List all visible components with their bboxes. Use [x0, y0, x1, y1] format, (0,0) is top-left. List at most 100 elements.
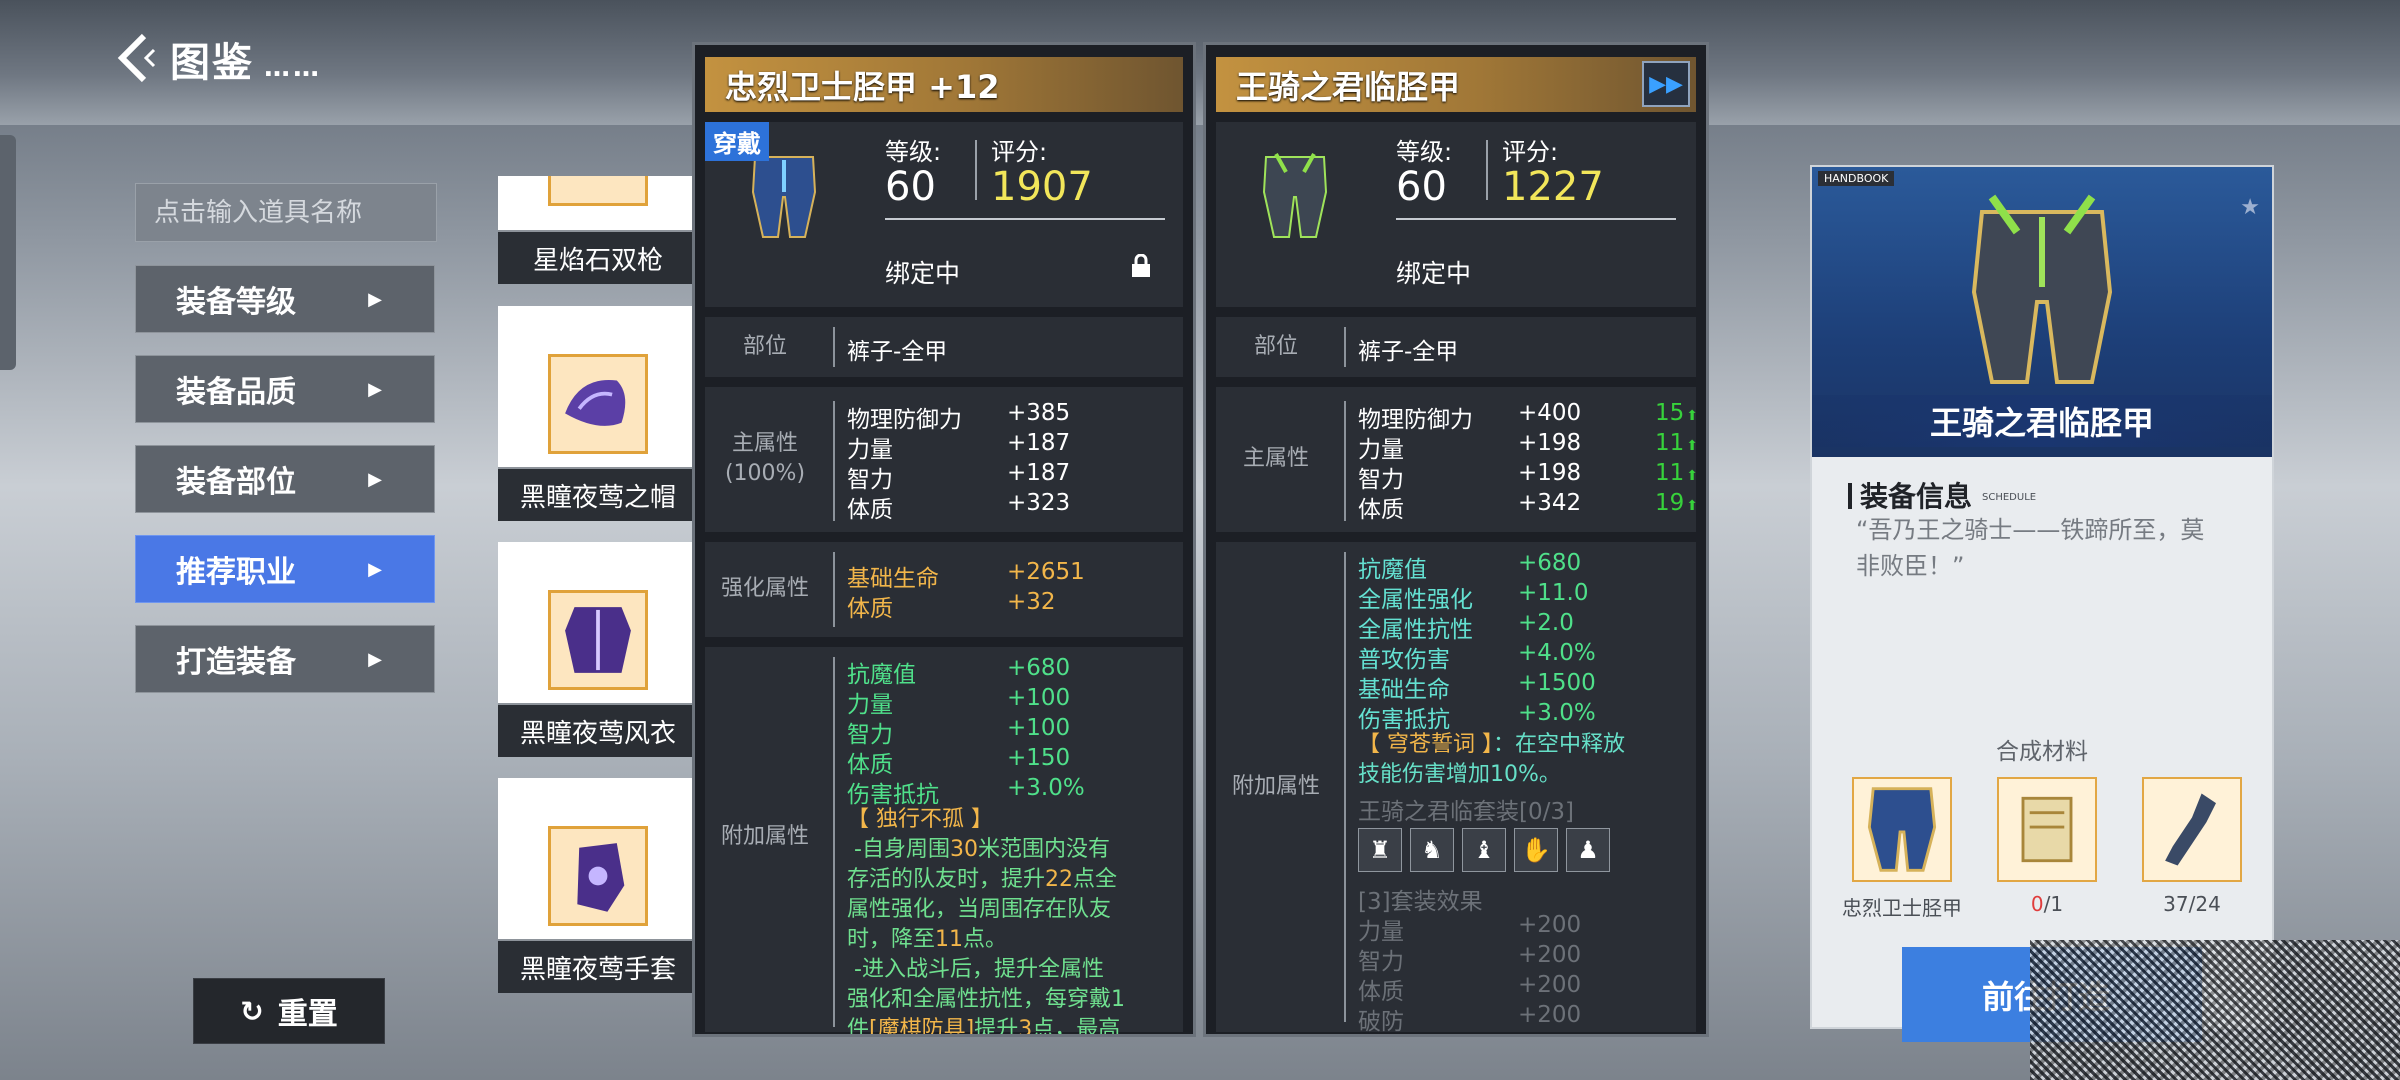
stat-key: 抗魔值: [847, 662, 916, 688]
lock-icon[interactable]: [1130, 254, 1152, 278]
stat-row: 智力 +100: [847, 715, 1127, 748]
list-item[interactable]: 黑瞳夜莺手套: [498, 778, 698, 993]
divider: [1344, 327, 1346, 367]
stat-value: +400: [1518, 400, 1582, 426]
divider: [975, 140, 977, 200]
star-icon[interactable]: ★: [2240, 195, 2260, 220]
equipped-summary: 等级: 60 评分: 1907 绑定中: [705, 122, 1183, 307]
armor-icon[interactable]: ♞: [1410, 828, 1454, 872]
equipped-badge: 穿戴: [705, 122, 769, 161]
equipped-header: 忠烈卫士胫甲 +12: [705, 57, 1183, 112]
compare-tooltip: 王骑之君临胫甲 ▶▶ 等级: 60 评分: 1227 绑定中 部位 裤子-全甲 …: [1203, 42, 1709, 1037]
skill-set-name: [魔棋防具]: [869, 1017, 975, 1037]
stat-row: 体质 +32: [847, 589, 1127, 622]
stat-value: +4.0%: [1518, 640, 1596, 666]
skill-text-part: 时，降至: [847, 927, 936, 952]
stat-key: 体质: [1358, 497, 1404, 523]
list-item[interactable]: 星焰石双枪: [498, 176, 698, 284]
fast-forward-icon[interactable]: ▶▶: [1642, 61, 1690, 107]
back-arrow-icon[interactable]: [110, 28, 170, 88]
material-label: 忠烈卫士胫甲: [1842, 896, 1962, 920]
helmet-icon[interactable]: ♜: [1358, 828, 1402, 872]
divider: [833, 401, 835, 521]
skill-text: 【 独行不孤 】 -自身周围30米范围内没有 存活的队友时，提升22点全 属性强…: [847, 805, 1127, 1037]
extra-section: 附加属性 抗魔值 +680 力量 +100 智力 +100 体质 +150 伤害抵抗 +3…: [705, 647, 1183, 1034]
skill-number: 30: [949, 837, 978, 862]
enhance-label: 强化属性: [720, 576, 809, 601]
hat-icon: [548, 354, 648, 454]
material-slot[interactable]: [2142, 777, 2242, 882]
greaves-icon: [1971, 194, 2113, 384]
glove-icon: [548, 826, 648, 926]
equipped-tooltip: 忠烈卫士胫甲 +12 等级: 60 评分: 1907 绑定中 穿戴 部位 裤子-…: [692, 42, 1196, 1037]
list-item[interactable]: 黑瞳夜莺之帽: [498, 306, 698, 521]
stat-key: 物理防御力: [1358, 407, 1473, 433]
skill-text-part: 属性强化，当周围存在队友: [847, 897, 1112, 922]
skill-text-part: 提升: [974, 1017, 1019, 1037]
score-label: 评分:: [991, 138, 1048, 166]
greaves-icon: [1867, 787, 1937, 872]
divider: [1486, 140, 1488, 200]
stat-value: +385: [1007, 400, 1071, 426]
filter-label: 打造装备: [176, 645, 296, 680]
level-value: 60: [885, 164, 936, 210]
greaves-icon: [1262, 153, 1328, 238]
stat-key: 体质: [847, 497, 893, 523]
stat-value: +1500: [1518, 670, 1596, 696]
stat-row: 伤害抵抗 +3.0%: [847, 775, 1127, 808]
filter-equip-quality[interactable]: 装备品质 ▶: [135, 355, 435, 423]
stat-value: +342: [1518, 490, 1582, 516]
stat-increase: 15: [1638, 400, 1698, 430]
glove-icon[interactable]: ✋: [1514, 828, 1558, 872]
stat-key: 基础生命: [847, 566, 939, 592]
quote-line: 非败臣！”: [1856, 552, 1965, 580]
triangle-right-icon: ▶: [368, 648, 382, 670]
stat-key: 智力: [1358, 467, 1404, 493]
stat-key: 体质: [847, 596, 893, 622]
stat-key: 力量: [847, 437, 893, 463]
greaves-icon: [751, 156, 817, 238]
title-dots: ……: [264, 53, 322, 83]
material-slot[interactable]: [1997, 777, 2097, 882]
extra-label: 附加属性: [720, 824, 809, 849]
stat-value: +32: [1007, 589, 1056, 615]
filter-equip-level[interactable]: 装备等级 ▶: [135, 265, 435, 333]
level-label: 等级:: [885, 138, 942, 166]
stat-key: 体质: [847, 752, 893, 778]
skill-text-part: -自身周围: [854, 837, 950, 862]
search-field[interactable]: [135, 183, 437, 242]
list-item[interactable]: 黑瞳夜莺风衣: [498, 542, 698, 757]
stat-key: 力量: [847, 692, 893, 718]
shoulder-icon[interactable]: ♝: [1462, 828, 1506, 872]
slot-value: 裤子-全甲: [847, 339, 948, 365]
stat-key: 智力: [847, 722, 893, 748]
stat-value: +198: [1518, 430, 1582, 456]
skill-text-part: 件: [847, 1017, 870, 1037]
stat-value: +200: [1518, 942, 1582, 968]
stat-increase: 11: [1638, 460, 1698, 490]
stat-row: 物理防御力 +400 15: [1358, 400, 1698, 433]
stat-value: +198: [1518, 460, 1582, 486]
stat-row: 抗魔值 +680: [1358, 550, 1638, 583]
page-title-text: 图鉴: [170, 40, 254, 86]
score-value: 1227: [1502, 164, 1604, 210]
compare-summary: 等级: 60 评分: 1227 绑定中: [1216, 122, 1696, 307]
filter-equip-slot[interactable]: 装备部位 ▶: [135, 445, 435, 513]
search-input[interactable]: [136, 184, 436, 241]
filter-craft-equip[interactable]: 打造装备 ▶: [135, 625, 435, 693]
boots-icon[interactable]: ♟: [1566, 828, 1610, 872]
stat-row: 普攻伤害 +4.0%: [1358, 640, 1638, 673]
stat-key: 物理防御力: [847, 407, 962, 433]
material-count: 37/24: [2163, 892, 2221, 916]
skill-text-part: 存活的队友时，提升: [847, 867, 1046, 892]
reset-button[interactable]: ↻ 重置: [193, 978, 385, 1044]
divider: [1344, 552, 1346, 1022]
material-slot[interactable]: [1852, 777, 1952, 882]
stat-key: 力量: [1358, 919, 1404, 945]
stat-row: 抗魔值 +680: [847, 655, 1127, 688]
stat-value: +3.0%: [1007, 775, 1085, 801]
stat-key: 智力: [1358, 949, 1404, 975]
filter-recommended-class[interactable]: 推荐职业 ▶: [135, 535, 435, 603]
edge-handle[interactable]: [0, 135, 16, 370]
item-icon: [548, 176, 648, 206]
